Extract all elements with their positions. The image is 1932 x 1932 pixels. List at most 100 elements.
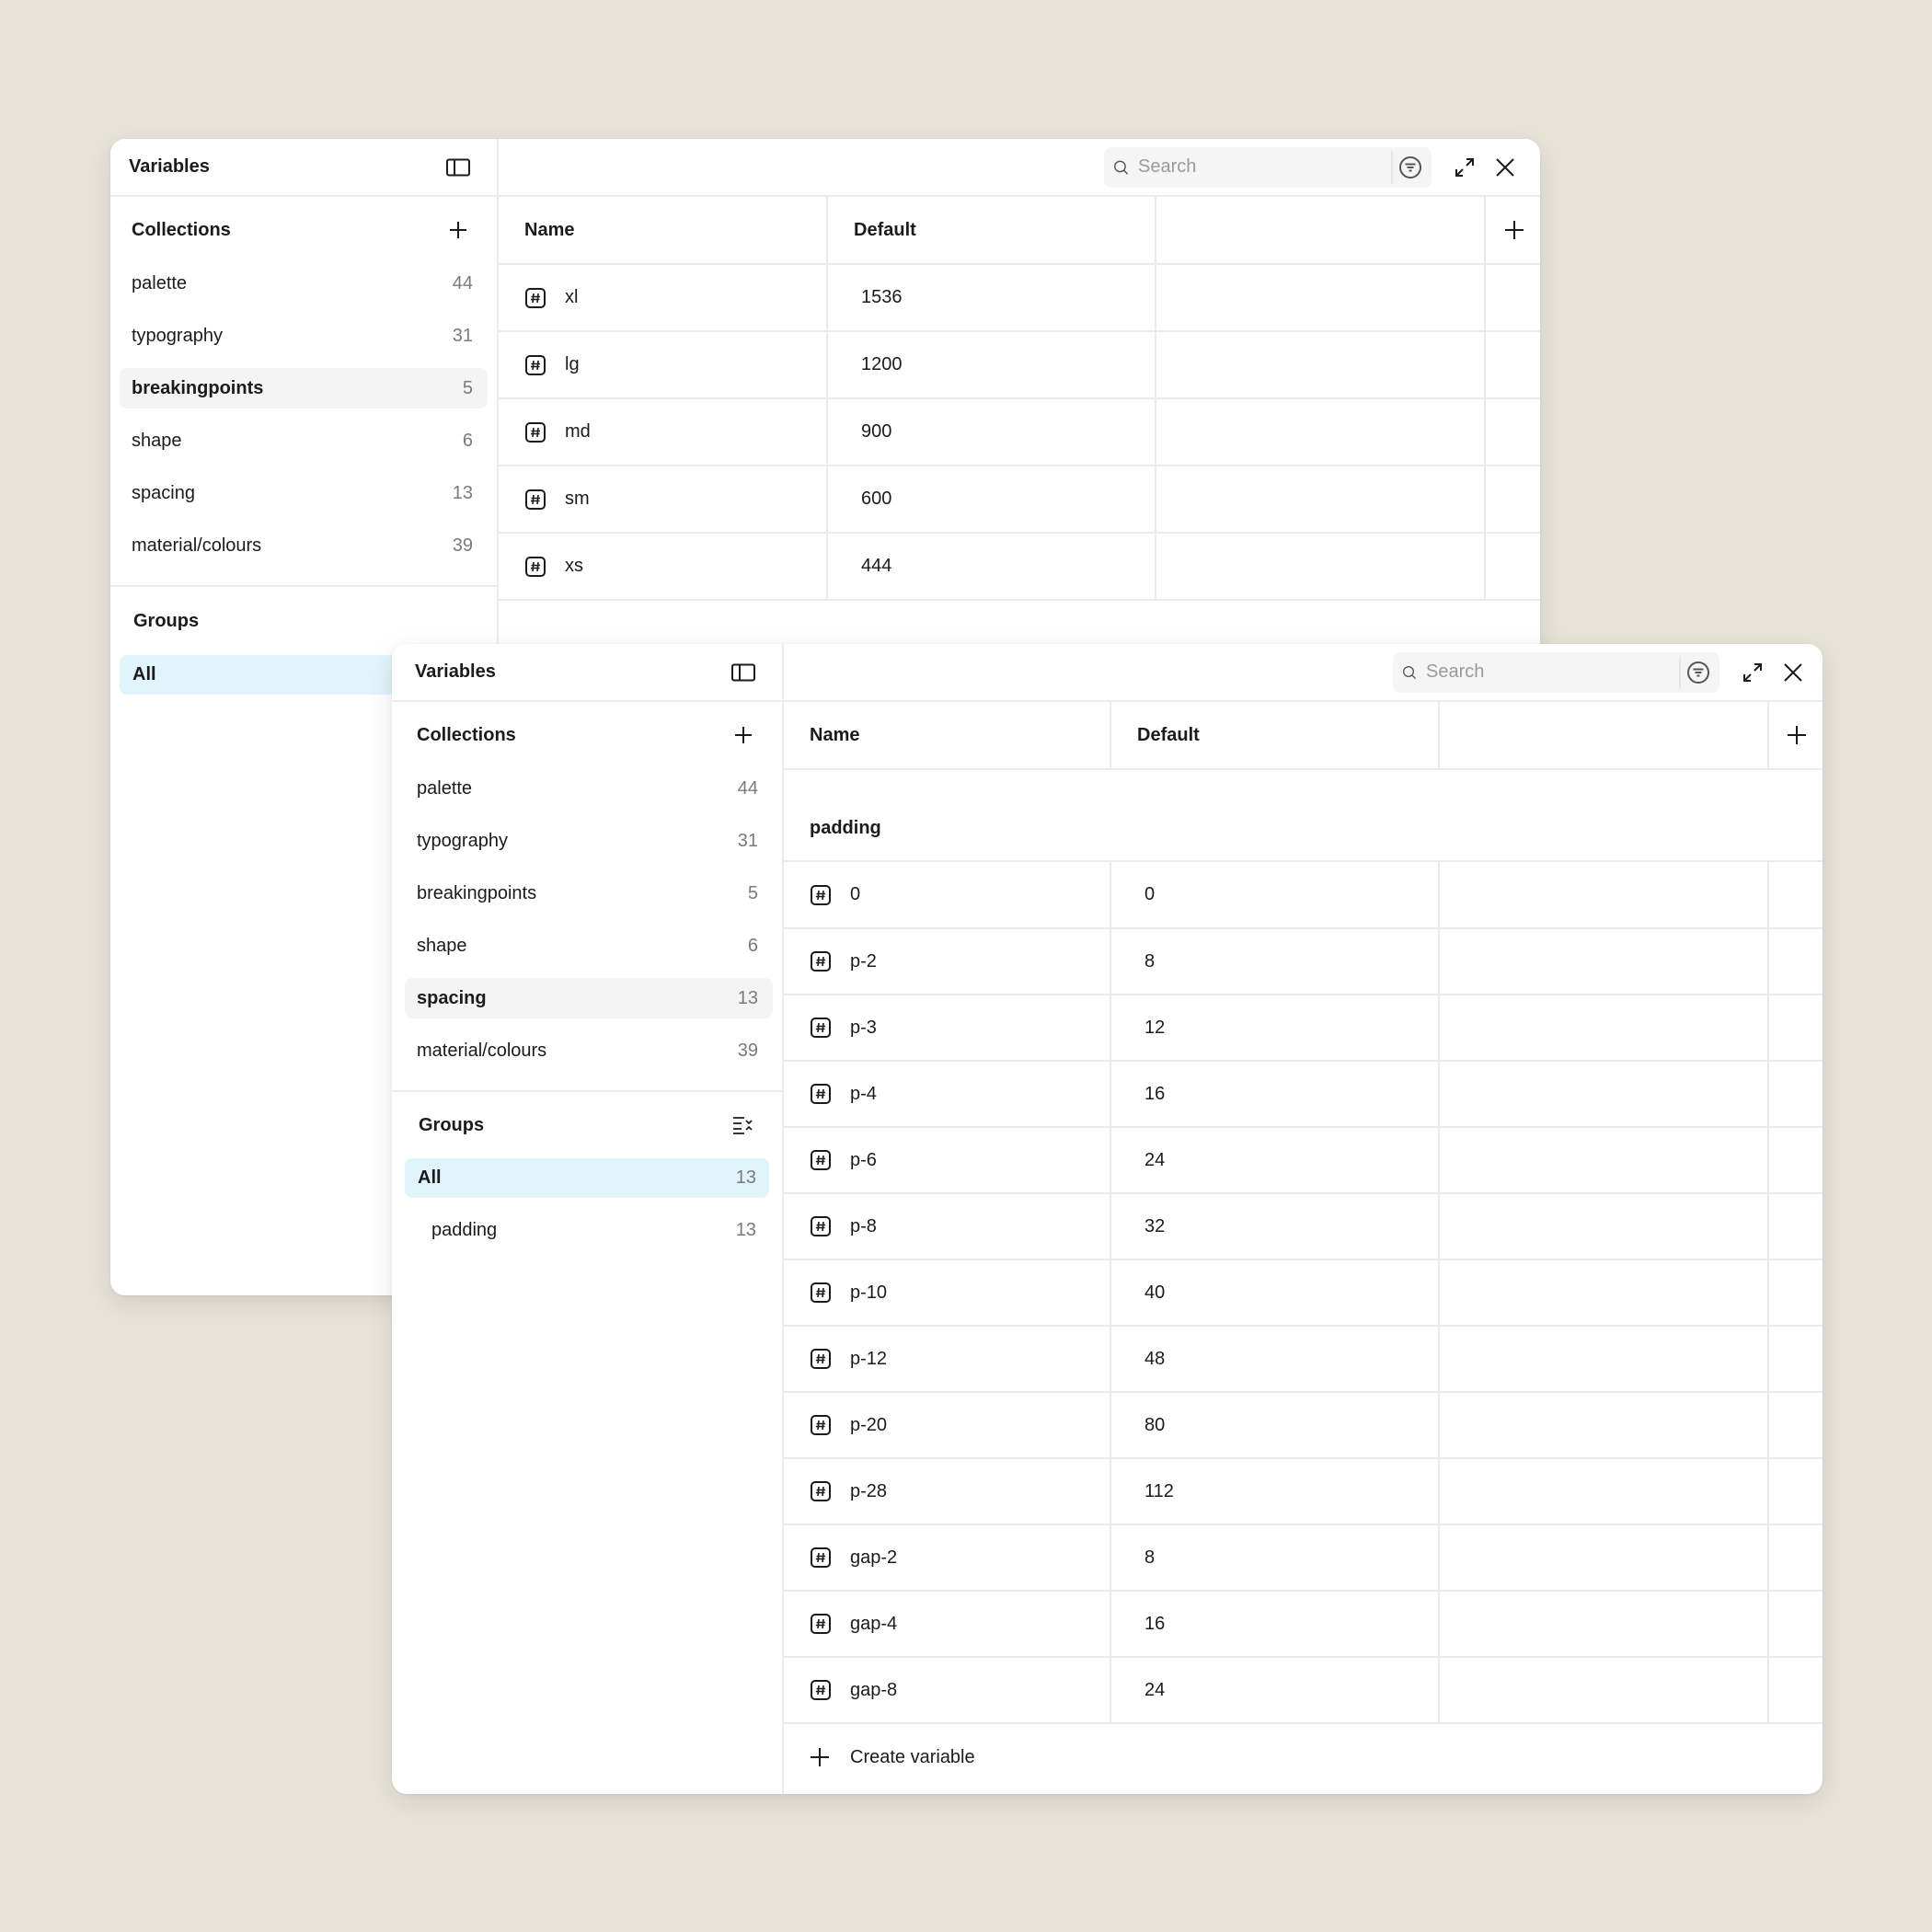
collection-label: spacing [132, 482, 195, 503]
collection-item-typography[interactable]: typography 31 [405, 821, 773, 861]
column-header-default: Default [1110, 702, 1440, 770]
variable-value[interactable]: 16 [1110, 1591, 1440, 1658]
table-row[interactable]: lg 1200 [499, 331, 1540, 399]
variable-value[interactable]: 48 [1110, 1326, 1440, 1393]
table-row[interactable]: p-8 32 [784, 1193, 1823, 1260]
collection-item-breakingpoints[interactable]: breakingpoints 5 [120, 368, 488, 408]
table-row[interactable]: 00 [784, 862, 1823, 929]
table-row[interactable]: p-28 112 [784, 1458, 1823, 1525]
empty-cell [1768, 1326, 1823, 1393]
plus-icon [1504, 221, 1524, 239]
empty-cell [1485, 331, 1540, 399]
search-box[interactable] [1104, 146, 1432, 188]
table-row[interactable]: gap-2 8 [784, 1524, 1823, 1592]
filter-icon[interactable] [1391, 150, 1422, 184]
variable-value[interactable]: 444 [827, 533, 1156, 601]
table-row[interactable]: xl 1536 [499, 264, 1540, 332]
empty-cell [1439, 1193, 1769, 1260]
sidebar-header: Variables [110, 139, 497, 197]
empty-cell [1156, 466, 1486, 534]
column-header-name: Name [499, 197, 828, 265]
empty-cell [1768, 1193, 1823, 1260]
table-row[interactable]: p-3 12 [784, 995, 1823, 1062]
collection-item-material-colours[interactable]: material/colours 39 [405, 1030, 773, 1071]
variable-value[interactable]: 8 [1110, 1524, 1440, 1592]
collection-label: shape [132, 430, 182, 451]
sidebar-toggle-icon[interactable] [723, 652, 764, 693]
add-mode-button[interactable] [1768, 702, 1823, 770]
empty-cell [1485, 398, 1540, 466]
variable-value[interactable]: 1200 [827, 331, 1156, 399]
sidebar-toggle-icon[interactable] [438, 147, 478, 188]
number-variable-icon [811, 1282, 831, 1303]
variable-name: md [565, 421, 591, 442]
collection-item-palette[interactable]: palette 44 [405, 768, 773, 809]
column-header-empty [1439, 702, 1769, 770]
add-mode-button[interactable] [1485, 197, 1540, 265]
variable-value[interactable]: 80 [1110, 1392, 1440, 1459]
number-variable-icon [811, 1415, 831, 1435]
group-item-padding[interactable]: padding 13 [405, 1211, 769, 1250]
collection-item-shape[interactable]: shape 6 [405, 926, 773, 966]
variable-value[interactable]: 112 [1110, 1458, 1440, 1525]
table-row[interactable]: p-4 16 [784, 1061, 1823, 1128]
collection-item-spacing[interactable]: spacing 13 [120, 473, 488, 513]
variable-value[interactable]: 40 [1110, 1259, 1440, 1327]
collection-count: 6 [747, 935, 758, 956]
toolbar [499, 139, 1540, 197]
collection-item-palette[interactable]: palette 44 [120, 263, 488, 304]
collection-label: palette [417, 777, 473, 799]
table-row[interactable]: p-10 40 [784, 1259, 1823, 1327]
collapse-groups-icon[interactable] [723, 1105, 764, 1145]
expand-icon[interactable] [1444, 147, 1485, 188]
column-header-empty [1156, 197, 1486, 265]
variable-value[interactable]: 24 [1110, 1127, 1440, 1194]
create-variable-button[interactable]: Create variable [784, 1724, 1823, 1790]
collection-item-spacing[interactable]: spacing 13 [405, 978, 773, 1018]
collection-label: typography [417, 830, 508, 851]
table-row[interactable]: xs 444 [499, 533, 1540, 601]
empty-cell [1439, 862, 1769, 929]
add-collection-button[interactable] [438, 210, 478, 250]
add-collection-button[interactable] [723, 715, 764, 755]
expand-icon[interactable] [1732, 652, 1773, 693]
table-row[interactable]: p-12 48 [784, 1326, 1823, 1393]
variable-value[interactable]: 24 [1110, 1657, 1440, 1724]
table-row[interactable]: gap-8 24 [784, 1657, 1823, 1724]
close-icon[interactable] [1485, 147, 1525, 188]
collection-label: typography [132, 325, 223, 346]
variable-value[interactable]: 900 [827, 398, 1156, 466]
table-row[interactable]: p-2 8 [784, 928, 1823, 995]
variable-value[interactable]: 600 [827, 466, 1156, 534]
collection-count: 6 [462, 430, 473, 451]
variable-value[interactable]: 8 [1110, 928, 1440, 995]
table-row[interactable]: sm 600 [499, 466, 1540, 534]
table-row[interactable]: p-20 80 [784, 1392, 1823, 1459]
create-variable-label: Create variable [850, 1746, 975, 1767]
variable-value[interactable]: 0 [1110, 862, 1440, 929]
group-item-all[interactable]: All 13 [405, 1158, 769, 1198]
table-row[interactable]: gap-4 16 [784, 1591, 1823, 1658]
variable-value[interactable]: 32 [1110, 1193, 1440, 1260]
sidebar: Variables Collections palette 44 typograp… [392, 644, 784, 1794]
collections-title: Collections [417, 724, 516, 745]
collection-item-shape[interactable]: shape 6 [120, 420, 488, 461]
search-box[interactable] [1393, 651, 1719, 693]
variable-value[interactable]: 16 [1110, 1061, 1440, 1128]
collection-count: 13 [737, 987, 758, 1008]
search-input[interactable] [1138, 156, 1382, 178]
collection-item-typography[interactable]: typography 31 [120, 316, 488, 356]
collection-item-material-colours[interactable]: material/colours 39 [120, 525, 488, 566]
variable-name: gap-4 [850, 1613, 898, 1634]
collection-item-breakingpoints[interactable]: breakingpoints 5 [405, 873, 773, 914]
table-row[interactable]: p-6 24 [784, 1127, 1823, 1194]
search-input[interactable] [1426, 661, 1670, 683]
variable-value[interactable]: 12 [1110, 995, 1440, 1062]
close-icon[interactable] [1773, 652, 1813, 693]
empty-cell [1768, 1127, 1823, 1194]
variable-value[interactable]: 1536 [827, 264, 1156, 332]
variable-name: 0 [850, 884, 861, 904]
table-row[interactable]: md 900 [499, 398, 1540, 466]
variable-name: p-6 [850, 1149, 877, 1170]
filter-icon[interactable] [1679, 655, 1710, 689]
